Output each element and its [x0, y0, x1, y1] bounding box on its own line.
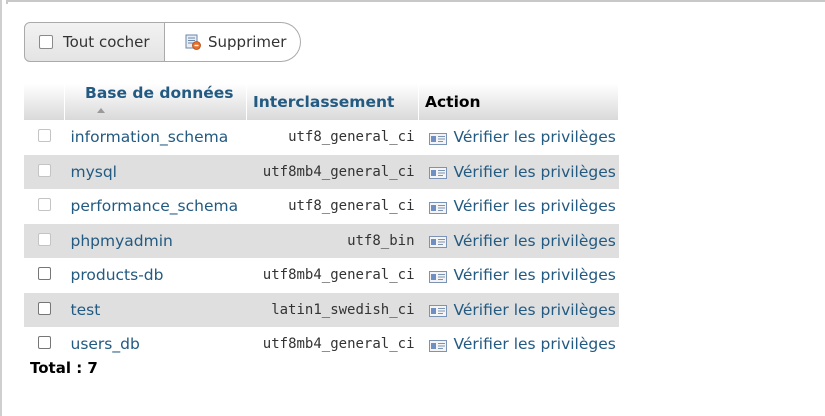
- row-checkbox: [37, 232, 51, 246]
- header-database[interactable]: Base de données: [64, 84, 247, 120]
- row-checkbox: [37, 198, 51, 212]
- bulk-actions-toolbar: Tout cocher Supprimer: [24, 22, 301, 62]
- collation-value: utf8mb4_general_ci: [246, 154, 419, 189]
- header-collation[interactable]: Interclassement: [246, 84, 419, 120]
- check-privileges-label[interactable]: Vérifier les privilèges: [454, 197, 616, 215]
- check-privileges-link[interactable]: Vérifier les privilèges: [418, 292, 619, 327]
- database-name[interactable]: mysql: [64, 154, 247, 189]
- row-checkbox-cell: [24, 154, 65, 189]
- row-checkbox[interactable]: [37, 301, 51, 315]
- privileges-icon: [428, 165, 447, 180]
- top-frame-border: [6, 0, 825, 2]
- row-checkbox-cell: [24, 120, 65, 155]
- database-name[interactable]: products-db: [64, 258, 247, 293]
- check-all-label: Tout cocher: [63, 33, 150, 51]
- privileges-icon: [428, 131, 447, 145]
- check-privileges-link[interactable]: Vérifier les privilèges: [418, 154, 619, 189]
- left-frame-border: [0, 0, 2, 416]
- database-name[interactable]: phpmyadmin: [64, 223, 247, 258]
- privileges-icon: [428, 234, 447, 249]
- check-privileges-label[interactable]: Vérifier les privilèges: [454, 232, 616, 250]
- collation-value: latin1_swedish_ci: [246, 292, 419, 327]
- table-row: users_db utf8mb4_general_ci Vérifier les…: [24, 327, 619, 362]
- row-checkbox-cell: [24, 327, 65, 362]
- check-all-button[interactable]: Tout cocher: [24, 22, 165, 62]
- header-collation-label[interactable]: Interclassement: [253, 93, 394, 111]
- table-row: products-db utf8mb4_general_ci Vérifier …: [24, 258, 619, 293]
- delete-label: Supprimer: [208, 33, 287, 51]
- check-privileges-link[interactable]: Vérifier les privilèges: [418, 258, 619, 293]
- table-row: performance_schema utf8_general_ci Vérif…: [24, 189, 619, 224]
- database-name[interactable]: performance_schema: [64, 189, 247, 224]
- row-checkbox[interactable]: [37, 336, 51, 350]
- table-row: test latin1_swedish_ci Vérifier les priv…: [24, 292, 619, 327]
- privileges-icon: [428, 303, 447, 318]
- collation-value: utf8_general_ci: [246, 120, 419, 155]
- header-database-label[interactable]: Base de données: [85, 84, 233, 102]
- table-row: mysql utf8mb4_general_ci Vérifier les pr…: [24, 154, 619, 189]
- row-checkbox[interactable]: [37, 267, 51, 281]
- database-table: Base de données Interclassement Action i…: [24, 84, 619, 362]
- table-row: information_schema utf8_general_ci Vérif…: [24, 120, 619, 155]
- database-name[interactable]: test: [64, 292, 247, 327]
- top-frame-corner: [6, 0, 8, 4]
- privileges-icon: [428, 338, 447, 352]
- check-privileges-label[interactable]: Vérifier les privilèges: [454, 266, 616, 284]
- collation-value: utf8_general_ci: [246, 189, 419, 224]
- row-checkbox-cell: [24, 258, 65, 293]
- check-privileges-label[interactable]: Vérifier les privilèges: [454, 163, 616, 181]
- check-privileges-link[interactable]: Vérifier les privilèges: [418, 223, 619, 258]
- header-checkbox-column: [24, 84, 65, 120]
- privileges-icon: [428, 200, 447, 214]
- row-checkbox-cell: [24, 292, 65, 327]
- delete-button[interactable]: Supprimer: [165, 22, 301, 62]
- collation-value: utf8_bin: [246, 223, 419, 258]
- check-privileges-label[interactable]: Vérifier les privilèges: [454, 128, 616, 146]
- table-header-row: Base de données Interclassement Action: [24, 84, 619, 120]
- check-privileges-link[interactable]: Vérifier les privilèges: [418, 120, 619, 155]
- header-action: Action: [418, 84, 619, 120]
- table-row: phpmyadmin utf8_bin Vérifier les privilè…: [24, 223, 619, 258]
- row-checkbox: [37, 129, 51, 143]
- delete-icon: [185, 34, 201, 50]
- row-checkbox: [37, 163, 51, 177]
- row-checkbox-cell: [24, 189, 65, 224]
- check-privileges-label[interactable]: Vérifier les privilèges: [454, 335, 616, 353]
- check-privileges-link[interactable]: Vérifier les privilèges: [418, 189, 619, 224]
- total-count: Total : 7: [30, 359, 98, 377]
- database-name[interactable]: users_db: [64, 327, 247, 362]
- sort-ascending-icon[interactable]: [97, 108, 105, 113]
- check-privileges-label[interactable]: Vérifier les privilèges: [454, 301, 616, 319]
- collation-value: utf8mb4_general_ci: [246, 327, 419, 362]
- check-all-checkbox[interactable]: [39, 35, 53, 49]
- privileges-icon: [428, 269, 447, 283]
- database-name[interactable]: information_schema: [64, 120, 247, 155]
- collation-value: utf8mb4_general_ci: [246, 258, 419, 293]
- row-checkbox-cell: [24, 223, 65, 258]
- check-privileges-link[interactable]: Vérifier les privilèges: [418, 327, 619, 362]
- header-action-label: Action: [425, 93, 481, 111]
